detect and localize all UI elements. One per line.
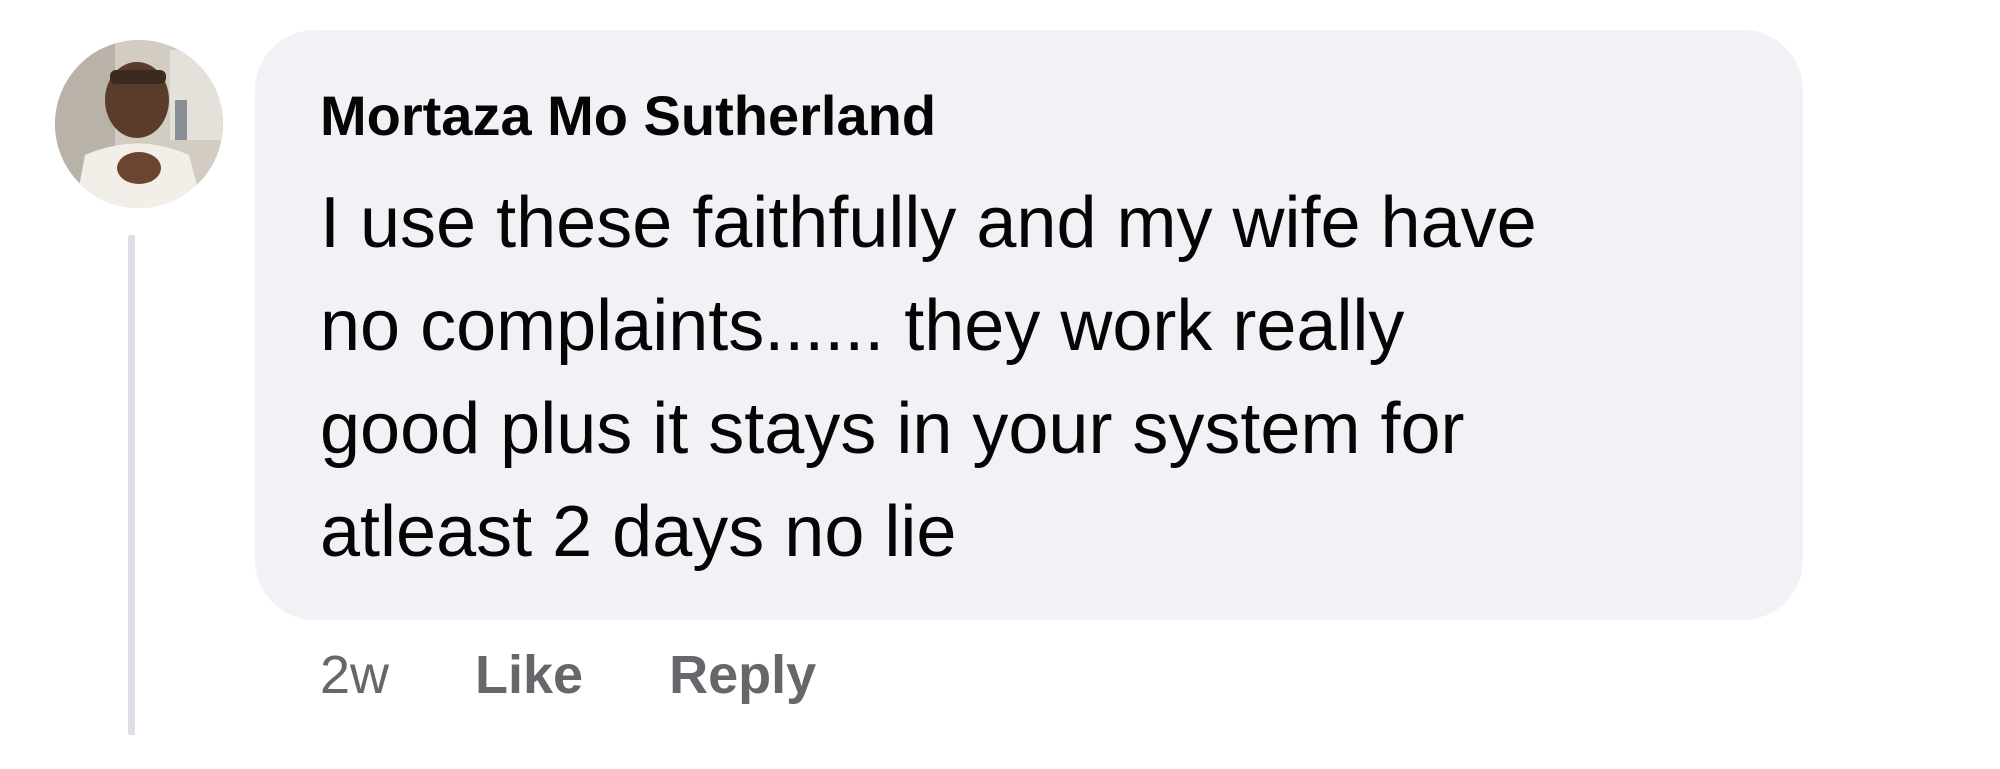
avatar[interactable]: [55, 40, 223, 208]
comment-author-name[interactable]: Mortaza Mo Sutherland: [320, 78, 936, 154]
comment-text-line: no complaints...... they work really: [320, 286, 1405, 366]
reply-button[interactable]: Reply: [669, 644, 816, 706]
like-button[interactable]: Like: [475, 644, 583, 706]
comment: Mortaza Mo Sutherland I use these faithf…: [0, 0, 2000, 769]
comment-actions: 2w Like Reply: [320, 640, 902, 710]
comment-text-line: atleast 2 days no lie: [320, 492, 957, 572]
comment-text-line: I use these faithfully and my wife have: [320, 183, 1537, 263]
thread-line: [128, 235, 135, 735]
comment-text-line: good plus it stays in your system for: [320, 389, 1465, 469]
comment-timestamp[interactable]: 2w: [320, 644, 389, 706]
avatar-photo-icon: [55, 40, 223, 208]
comment-text: I use these faithfully and my wife have …: [320, 172, 1760, 584]
